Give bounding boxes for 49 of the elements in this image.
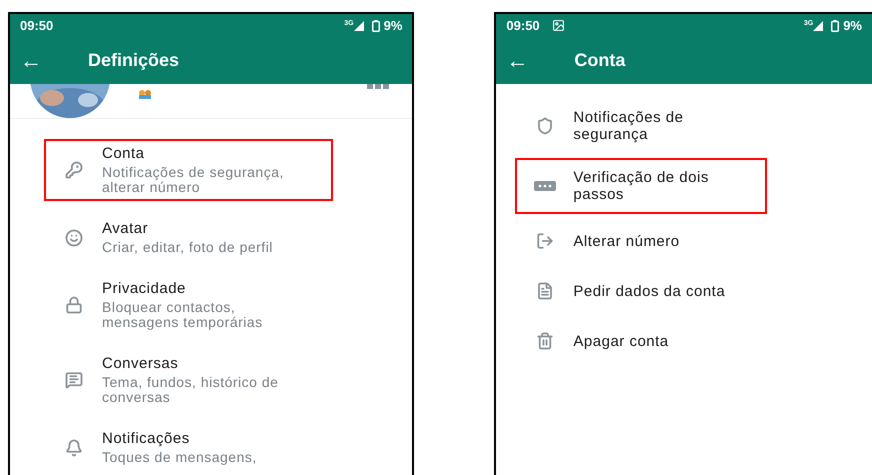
item-title: Conversas [102,355,180,372]
settings-item[interactable]: Conversas Tema, fundos, histórico de conversas [44,349,333,411]
item-title: Avatar [102,220,150,237]
battery-level: 9% [843,16,862,35]
settings-item[interactable]: Conta Notificações de segurança, alterar número [44,139,333,201]
settings-item[interactable]: Apagar conta [515,318,768,364]
item-title: Apagar conta [573,332,670,350]
password-icon [534,181,556,191]
settings-item[interactable]: Pedir dados da conta [515,268,768,314]
settings-item[interactable]: Notificações Toques de mensagens, [44,424,333,471]
item-title: Alterar número [573,232,681,250]
back-button[interactable]: ← [506,50,552,72]
item-subtitle: Toques de mensagens, [102,450,258,465]
battery-icon [831,20,840,32]
settings-item[interactable]: Avatar Criar, editar, foto de perfil [44,214,333,261]
exit-icon [536,232,554,250]
signal-icon [354,20,364,30]
item-title: Verificação de dois passos [573,169,710,203]
item-title: Notificações [102,430,191,447]
document-icon [536,282,554,300]
item-title: Privacidade [102,280,187,297]
signal-icon [813,20,824,30]
screen-title: Conta [574,49,626,72]
shield-icon [536,117,554,135]
item-subtitle: Notificações de segurança, alterar número [102,165,285,195]
face-icon [65,228,83,246]
bell-icon [65,438,83,456]
qr-code-icon [367,84,389,89]
settings-item[interactable]: Privacidade Bloquear contactos, mensagens temporárias [44,274,333,336]
item-subtitle: Bloquear contactos, mensagens temporárias [102,300,264,330]
battery-level: 9% [384,16,402,35]
screen-title: Definições [88,49,180,72]
item-title: Conta [102,145,146,162]
lock-icon [65,296,83,314]
back-button[interactable]: ← [20,50,66,72]
item-title: Notificações de segurança [573,109,684,143]
settings-item[interactable]: Notificações de segurança [515,98,768,154]
item-subtitle: Criar, editar, foto de perfil [102,240,274,255]
chat-icon [65,371,83,389]
status-time: 09:50 [20,16,54,35]
key-icon [65,161,83,179]
item-subtitle: Tema, fundos, histórico de conversas [102,375,280,405]
status-time: 09:50 [506,16,540,35]
item-title: Pedir dados da conta [573,282,726,300]
people-emoji-icon [138,90,152,99]
trash-icon [536,332,554,350]
settings-item[interactable]: Alterar número [515,218,768,264]
battery-icon [372,20,380,32]
settings-item[interactable]: Verificação de dois passos [515,158,768,214]
